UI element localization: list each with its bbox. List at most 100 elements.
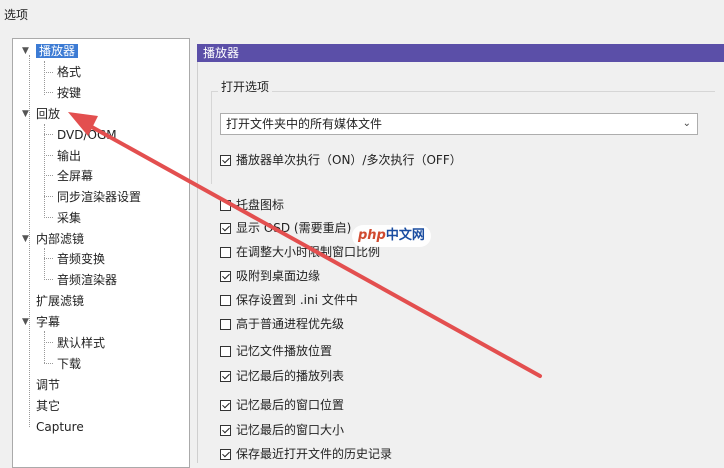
snap-edges-checkbox[interactable]: 吸附到桌面边缘 <box>220 268 320 284</box>
chevron-down-icon[interactable]: ▼ <box>22 314 29 330</box>
tree-item-subtitles[interactable]: ▼ 字幕 <box>22 314 61 330</box>
tree-item-label: 全屏幕 <box>57 169 94 183</box>
tree-item-misc[interactable]: 其它 <box>36 398 60 414</box>
tree-connector <box>44 217 53 218</box>
checkbox-box[interactable] <box>220 371 231 382</box>
tree-item-playback[interactable]: ▼ 回放 <box>22 106 61 122</box>
tree-item-dvd-ogm[interactable]: DVD/OGM <box>57 127 117 143</box>
group-title: 打开选项 <box>218 78 273 95</box>
tree-item-sync-renderer[interactable]: 同步渲染器设置 <box>57 189 141 205</box>
remember-position-checkbox[interactable]: 记忆文件播放位置 <box>220 343 332 359</box>
checkbox-label: 吸附到桌面边缘 <box>236 269 321 283</box>
tree-item-download[interactable]: 下载 <box>57 356 81 372</box>
checkbox-label: 记忆文件播放位置 <box>236 344 333 358</box>
tree-item-label: 调节 <box>36 378 61 392</box>
open-options-group <box>211 91 715 184</box>
tree-item-capture[interactable]: Capture <box>36 419 84 435</box>
page-title: 播放器 <box>197 44 724 62</box>
tree-item-label: 音频渲染器 <box>57 273 118 287</box>
tray-icon-checkbox[interactable]: 托盘图标 <box>220 197 284 213</box>
tree-item-label: 同步渲染器设置 <box>57 190 142 204</box>
window-title: 选项 <box>4 8 29 22</box>
tree-item-keys[interactable]: 按键 <box>57 85 81 101</box>
tree-item-external-filters[interactable]: 扩展滤镜 <box>36 293 84 309</box>
tree-connector <box>44 279 53 280</box>
tree-connector <box>44 196 53 197</box>
checkbox-box[interactable] <box>220 271 231 282</box>
tree-item-label: 默认样式 <box>57 336 106 350</box>
tree-item-audio-switcher[interactable]: 音频变换 <box>57 251 105 267</box>
tree-connector <box>44 342 53 343</box>
tree-item-tweaks[interactable]: 调节 <box>36 377 60 393</box>
tree-item-audio-renderer[interactable]: 音频渲染器 <box>57 272 117 288</box>
checkbox-label: 记忆最后的窗口大小 <box>236 423 345 437</box>
checkbox-label: 托盘图标 <box>236 198 285 212</box>
tree-item-label: 下载 <box>57 357 82 371</box>
watermark-logo: php中文网 <box>352 225 431 247</box>
dropdown-value: 打开文件夹中的所有媒体文件 <box>226 117 383 131</box>
tree-connector <box>44 331 45 363</box>
chevron-down-icon[interactable]: ▼ <box>22 231 29 247</box>
tree-connector <box>44 155 53 156</box>
tree-item-internal-filters[interactable]: ▼ 内部滤镜 <box>22 231 85 247</box>
checkbox-label: 保存设置到 .ini 文件中 <box>236 293 358 307</box>
checkbox-label: 记忆最后的播放列表 <box>236 369 345 383</box>
tree-item-label: 按键 <box>57 86 82 100</box>
watermark-php: php <box>358 228 386 243</box>
watermark-cn: 中文网 <box>385 228 425 243</box>
tree-item-label: 音频变换 <box>57 252 106 266</box>
checkbox-box[interactable] <box>220 400 231 411</box>
tree-item-label: DVD/OGM <box>57 128 117 142</box>
checkbox-box[interactable] <box>220 449 231 460</box>
tree-connector <box>44 363 53 364</box>
chevron-down-icon[interactable]: ▼ <box>22 43 29 59</box>
tree-connector <box>44 258 53 259</box>
tree-item-label: 其它 <box>36 399 61 413</box>
checkbox-label: 高于普通进程优先级 <box>236 317 345 331</box>
checkbox-box[interactable] <box>220 200 231 211</box>
remember-window-size-checkbox[interactable]: 记忆最后的窗口大小 <box>220 422 344 438</box>
tree-connector <box>44 175 53 176</box>
open-mode-dropdown[interactable]: 打开文件夹中的所有媒体文件 ⌄ <box>220 113 698 135</box>
tree-connector <box>44 72 53 73</box>
tree-connector <box>44 61 45 95</box>
tree-item-capture-cn[interactable]: 采集 <box>57 210 81 226</box>
checkbox-label: 保存最近打开文件的历史记录 <box>236 447 393 461</box>
tree-item-label: 输出 <box>57 149 82 163</box>
tree-connector <box>44 248 45 280</box>
tree-item-label: 字幕 <box>36 315 61 329</box>
checkbox-label: 记忆最后的窗口位置 <box>236 398 345 412</box>
tree-item-fullscreen[interactable]: 全屏幕 <box>57 168 93 184</box>
checkbox-box[interactable] <box>220 319 231 330</box>
tree-item-label: 格式 <box>57 65 82 79</box>
tree-item-formats[interactable]: 格式 <box>57 64 81 80</box>
save-history-checkbox[interactable]: 保存最近打开文件的历史记录 <box>220 446 392 462</box>
tree-item-label: Capture <box>36 420 84 434</box>
tree-item-label: 内部滤镜 <box>36 232 85 246</box>
tree-item-player[interactable]: ▼ 播放器 <box>22 43 79 59</box>
tree-connector <box>44 134 53 135</box>
chevron-down-icon[interactable]: ▼ <box>22 106 29 122</box>
checkbox-box[interactable] <box>220 247 231 258</box>
checkbox-box[interactable] <box>220 346 231 357</box>
tree-item-label: 采集 <box>57 211 82 225</box>
show-osd-checkbox[interactable]: 显示 OSD (需要重启) <box>220 220 351 236</box>
checkbox-box[interactable] <box>220 155 231 166</box>
single-instance-checkbox[interactable]: 播放器单次执行（ON）/多次执行（OFF） <box>220 152 462 168</box>
tree-item-label: 扩展滤镜 <box>36 294 85 308</box>
chevron-down-icon: ⌄ <box>682 118 691 129</box>
checkbox-box[interactable] <box>220 425 231 436</box>
checkbox-label: 播放器单次执行（ON）/多次执行（OFF） <box>236 153 462 167</box>
limit-aspect-checkbox[interactable]: 在调整大小时限制窗口比例 <box>220 244 380 260</box>
tree-item-default-style[interactable]: 默认样式 <box>57 335 105 351</box>
tree-item-output[interactable]: 输出 <box>57 148 81 164</box>
checkbox-box[interactable] <box>220 295 231 306</box>
high-priority-checkbox[interactable]: 高于普通进程优先级 <box>220 316 344 332</box>
save-ini-checkbox[interactable]: 保存设置到 .ini 文件中 <box>220 292 358 308</box>
tree-item-label: 回放 <box>36 107 61 121</box>
checkbox-box[interactable] <box>220 223 231 234</box>
checkbox-label: 在调整大小时限制窗口比例 <box>236 245 381 259</box>
tree-item-label: 播放器 <box>36 44 79 58</box>
remember-playlist-checkbox[interactable]: 记忆最后的播放列表 <box>220 368 344 384</box>
remember-window-pos-checkbox[interactable]: 记忆最后的窗口位置 <box>220 397 344 413</box>
